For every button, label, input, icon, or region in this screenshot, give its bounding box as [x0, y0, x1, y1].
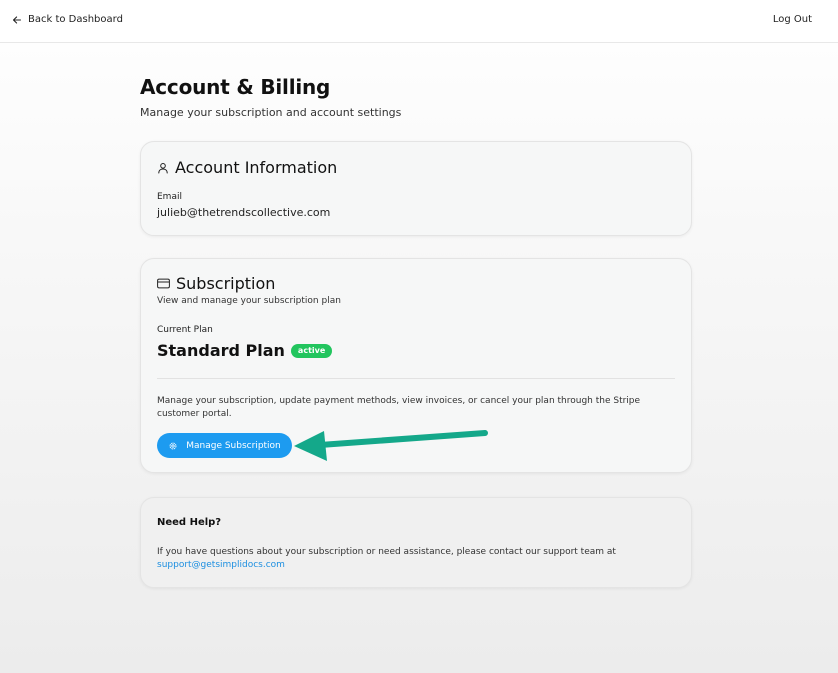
- manage-subscription-label: Manage Subscription: [186, 440, 281, 451]
- email-label: Email: [157, 192, 182, 202]
- manage-subscription-button[interactable]: Manage Subscription: [157, 433, 292, 458]
- divider: [157, 378, 675, 379]
- credit-card-icon: [157, 278, 170, 289]
- help-text: If you have questions about your subscri…: [157, 546, 677, 572]
- need-help-card: Need Help? If you have questions about y…: [140, 497, 692, 588]
- subscription-heading: Subscription: [157, 274, 275, 293]
- account-heading: Account Information: [157, 158, 337, 177]
- status-badge: active: [290, 343, 333, 358]
- back-to-dashboard-label: Back to Dashboard: [28, 14, 123, 25]
- current-plan-label: Current Plan: [157, 325, 213, 335]
- support-email-link[interactable]: support@getsimplidocs.com: [157, 560, 285, 570]
- plan-name: Standard Plan: [157, 341, 285, 360]
- manage-description: Manage your subscription, update payment…: [157, 396, 641, 419]
- back-to-dashboard-link[interactable]: Back to Dashboard: [12, 14, 123, 25]
- account-heading-label: Account Information: [175, 158, 338, 177]
- subscription-heading-label: Subscription: [176, 274, 276, 293]
- account-information-card: Account Information Email julieb@thetren…: [140, 141, 692, 236]
- logout-link[interactable]: Log Out: [773, 14, 812, 25]
- help-message: If you have questions about your subscri…: [157, 547, 616, 557]
- plan-row: Standard Plan active: [157, 341, 333, 360]
- annotation-arrow: [294, 430, 488, 461]
- gear-icon: [168, 441, 178, 451]
- page-subtitle: Manage your subscription and account set…: [140, 106, 402, 119]
- top-bar: Back to Dashboard Log Out: [0, 0, 838, 43]
- email-value: julieb@thetrendscollective.com: [157, 206, 331, 219]
- help-heading: Need Help?: [157, 517, 222, 528]
- subscription-description: View and manage your subscription plan: [157, 296, 341, 306]
- page-title: Account & Billing: [140, 75, 331, 99]
- arrow-left-icon: [12, 15, 22, 25]
- user-icon: [157, 162, 169, 174]
